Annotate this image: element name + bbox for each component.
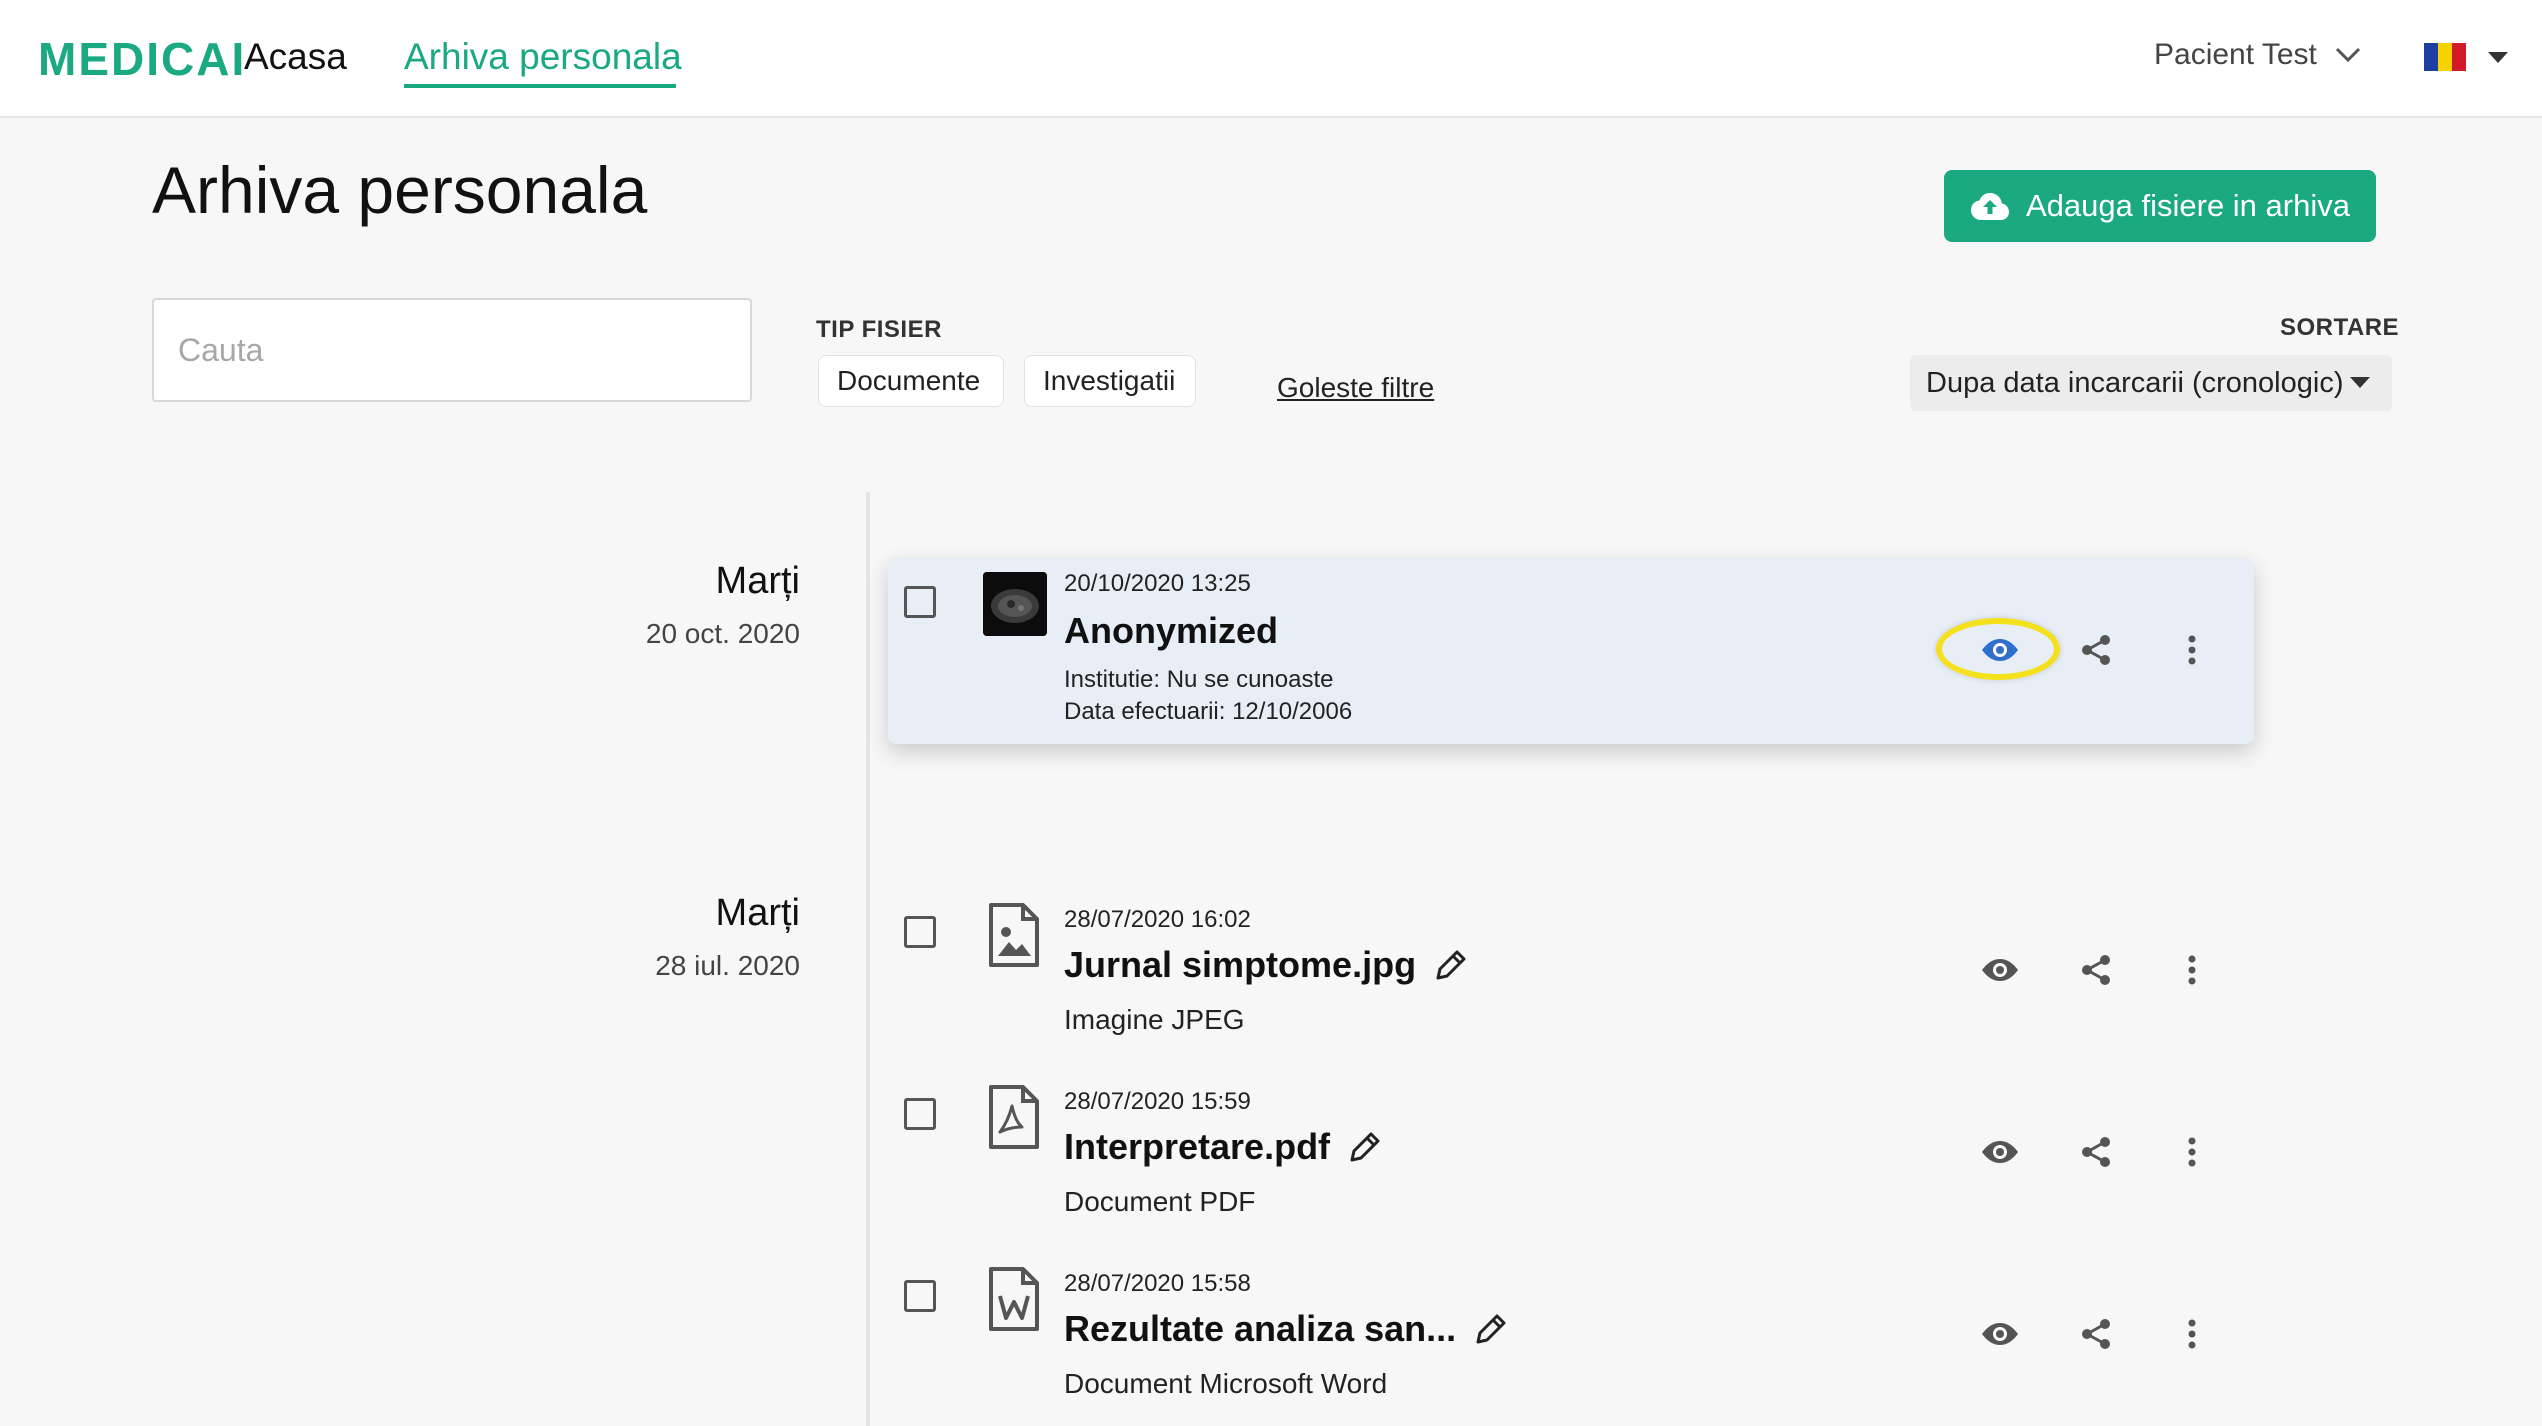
file-type-description: Document Microsoft Word (1064, 1368, 1388, 1399)
sort-dropdown-value: Dupa data incarcarii (cronologic) (1926, 366, 2344, 399)
image-file-icon (989, 903, 1039, 967)
caret-down-icon (2350, 377, 2370, 388)
file-card-word[interactable]: 28/07/2020 15:58 Rezultate analiza san..… (888, 1254, 2254, 1426)
user-menu[interactable]: Pacient Test (2154, 38, 2361, 72)
pencil-icon[interactable] (1434, 948, 1468, 982)
file-timestamp: 28/07/2020 16:02 (1064, 906, 1251, 933)
clear-filters-link[interactable]: Goleste filtre (1277, 372, 1434, 404)
file-name[interactable]: Anonymized (1064, 610, 1278, 652)
share-icon (2082, 635, 2110, 665)
share-icon (2082, 955, 2110, 985)
group-day-name: Marți (715, 560, 800, 602)
sort-label: SORTARE (2280, 314, 2400, 341)
cloud-upload-icon (1971, 193, 2009, 220)
file-select-checkbox[interactable] (904, 586, 936, 618)
file-institution: Institutie: Nu se cunoaste (1064, 666, 1334, 693)
nav-home-link[interactable]: Acasa (244, 36, 347, 78)
more-vertical-icon (2188, 1137, 2196, 1167)
more-options-button[interactable] (2172, 630, 2212, 670)
file-name-text: Jurnal simptome.jpg (1064, 944, 1417, 985)
file-name[interactable]: Interpretare.pdf (1064, 1126, 1382, 1168)
user-name: Pacient Test (2154, 38, 2317, 71)
file-card-jpg[interactable]: 28/07/2020 16:02 Jurnal simptome.jpg Ima… (888, 890, 2254, 1068)
group-day-name: Marți (715, 892, 800, 934)
top-navigation: MEDICAI Acasa Arhiva personala Pacient T… (0, 0, 2542, 118)
file-name-text: Interpretare.pdf (1064, 1126, 1331, 1167)
more-options-button[interactable] (2172, 950, 2212, 990)
file-name[interactable]: Rezultate analiza san... (1064, 1308, 1508, 1350)
group-date: 20 oct. 2020 (645, 618, 800, 649)
eye-icon (1982, 959, 2018, 981)
filter-chip-investigations[interactable]: Investigatii (1024, 355, 1196, 407)
view-button[interactable] (1980, 630, 2020, 670)
romania-flag-icon[interactable] (2424, 43, 2466, 71)
share-button[interactable] (2076, 1314, 2116, 1354)
file-timestamp: 28/07/2020 15:58 (1064, 1270, 1251, 1297)
chevron-down-icon (2335, 47, 2360, 63)
active-tab-underline (404, 84, 676, 88)
eye-icon (1982, 639, 2018, 661)
share-button[interactable] (2076, 950, 2116, 990)
share-button[interactable] (2076, 1132, 2116, 1172)
sort-dropdown[interactable]: Dupa data incarcarii (cronologic) (1910, 355, 2392, 411)
language-caret-down-icon[interactable] (2488, 52, 2508, 63)
file-type-label: TIP FISIER (816, 316, 942, 343)
file-type-description: Imagine JPEG (1064, 1004, 1245, 1035)
file-card-pdf[interactable]: 28/07/2020 15:59 Interpretare.pdf Docume… (888, 1072, 2254, 1250)
more-options-button[interactable] (2172, 1314, 2212, 1354)
file-select-checkbox[interactable] (904, 916, 936, 948)
pencil-icon[interactable] (1348, 1130, 1382, 1164)
more-vertical-icon (2188, 955, 2196, 985)
more-vertical-icon (2188, 1319, 2196, 1349)
search-input[interactable] (152, 298, 752, 402)
timeline-line (866, 492, 870, 1426)
scan-thumbnail-image (983, 572, 1047, 636)
file-select-checkbox[interactable] (904, 1098, 936, 1130)
scan-thumbnail[interactable] (983, 572, 1047, 636)
word-file-icon (989, 1267, 1039, 1331)
page-title: Arhiva personala (152, 153, 648, 227)
share-icon (2082, 1319, 2110, 1349)
pdf-file-icon (989, 1085, 1039, 1149)
view-button[interactable] (1980, 1132, 2020, 1172)
nav-archive-link[interactable]: Arhiva personala (404, 36, 682, 78)
view-button[interactable] (1980, 1314, 2020, 1354)
file-performed-date: Data efectuarii: 12/10/2006 (1064, 698, 1353, 725)
share-icon (2082, 1137, 2110, 1167)
upload-files-button[interactable]: Adauga fisiere in arhiva (1944, 170, 2376, 242)
medicai-logo[interactable]: MEDICAI (38, 32, 246, 86)
file-type-description: Document PDF (1064, 1186, 1256, 1217)
file-name-text: Rezultate analiza san... (1064, 1308, 1457, 1349)
more-options-button[interactable] (2172, 1132, 2212, 1172)
group-date: 28 iul. 2020 (655, 950, 800, 981)
file-timestamp: 20/10/2020 13:25 (1064, 570, 1251, 597)
file-name-text: Anonymized (1064, 610, 1279, 651)
view-button[interactable] (1980, 950, 2020, 990)
eye-icon (1982, 1323, 2018, 1345)
file-timestamp: 28/07/2020 15:59 (1064, 1088, 1251, 1115)
file-name[interactable]: Jurnal simptome.jpg (1064, 944, 1468, 986)
pencil-icon[interactable] (1474, 1312, 1508, 1346)
more-vertical-icon (2188, 635, 2196, 665)
filter-chip-documents[interactable]: Documente (818, 355, 1004, 407)
file-select-checkbox[interactable] (904, 1280, 936, 1312)
eye-icon (1982, 1141, 2018, 1163)
upload-files-label: Adauga fisiere in arhiva (2026, 188, 2350, 223)
share-button[interactable] (2076, 630, 2116, 670)
